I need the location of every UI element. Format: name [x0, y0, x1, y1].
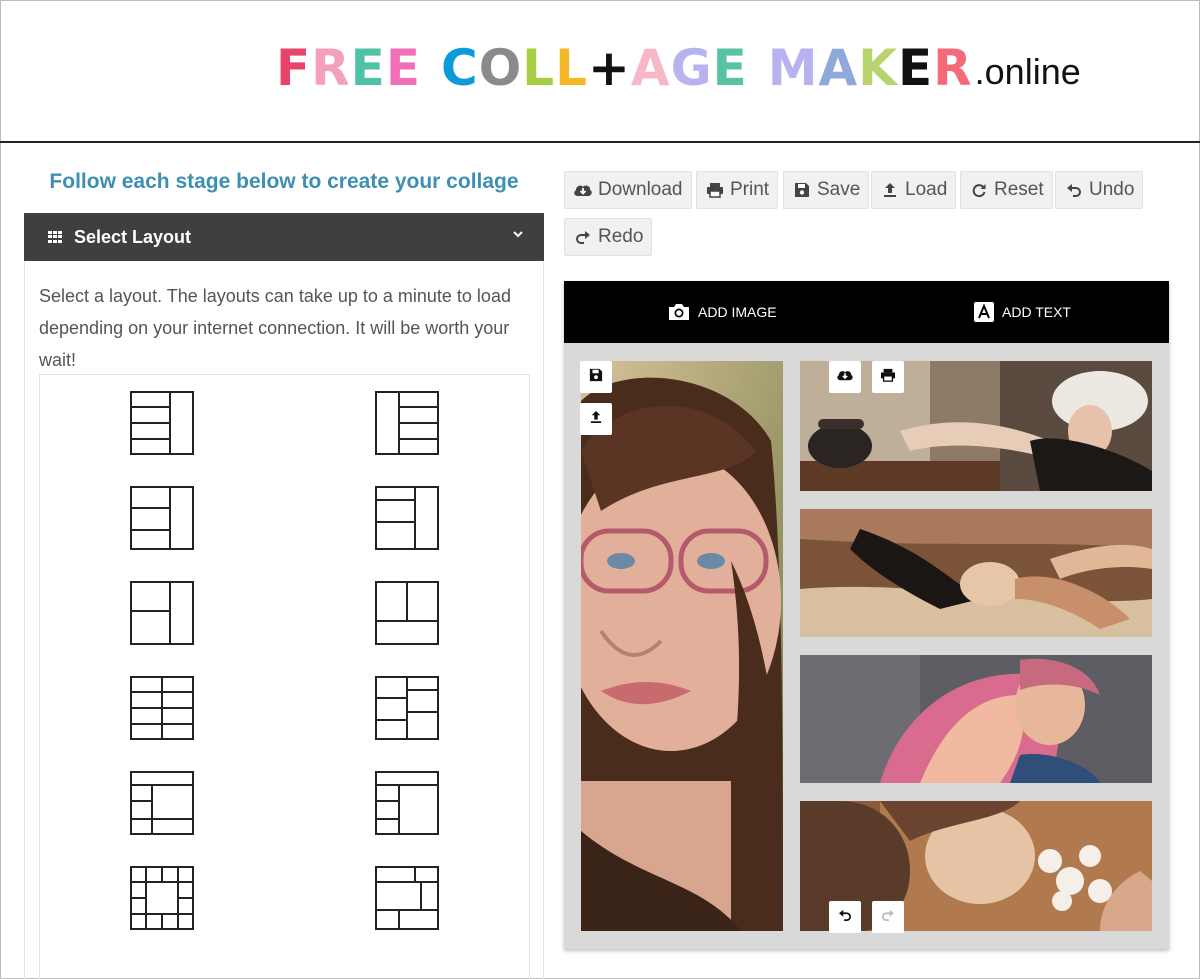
chevron-down-icon[interactable]: [512, 227, 524, 243]
layout-option[interactable]: [375, 581, 439, 645]
stage-title: Follow each stage below to create your c…: [49, 170, 519, 193]
layout-option[interactable]: [130, 771, 194, 835]
floppy-disk-icon: [589, 368, 603, 387]
logo-letter: A: [630, 39, 671, 97]
logo-letter: E: [350, 39, 386, 97]
upload-icon: [880, 180, 900, 200]
logo-letter: G: [670, 39, 713, 97]
download-button[interactable]: Download: [564, 171, 692, 209]
print-icon: [705, 180, 725, 200]
layout-option[interactable]: [375, 486, 439, 550]
logo-letter: M: [767, 39, 819, 97]
logo-letter: +: [587, 39, 631, 97]
redo-button[interactable]: Redo: [564, 218, 653, 256]
reset-button[interactable]: Reset: [960, 171, 1053, 209]
layout-option[interactable]: [130, 581, 194, 645]
print-button[interactable]: Print: [696, 171, 779, 209]
photo-redo-button[interactable]: [872, 901, 904, 933]
logo-letter: L: [522, 39, 556, 97]
site-header: F R E E C O L L + A G E M A K E R .online: [0, 0, 1200, 143]
logo-letter: E: [712, 39, 748, 97]
photo-print-button[interactable]: [872, 361, 904, 393]
undo-icon: [1064, 180, 1084, 200]
cloud-download-icon: [573, 180, 593, 200]
floppy-disk-icon: [792, 180, 812, 200]
upload-icon: [590, 410, 602, 429]
select-layout-title: Select Layout: [74, 226, 192, 247]
add-image-button[interactable]: ADD IMAGE: [668, 281, 777, 343]
logo-letter: E: [385, 39, 421, 97]
logo-letter: F: [276, 39, 312, 97]
refresh-icon: [969, 180, 989, 200]
logo-letter: C: [440, 39, 479, 97]
photo-undo-button[interactable]: [829, 901, 861, 933]
load-button[interactable]: Load: [871, 171, 957, 209]
cloud-download-icon: [836, 368, 854, 387]
undo-icon: [838, 908, 852, 926]
camera-icon: [668, 303, 690, 321]
layout-option[interactable]: [130, 866, 194, 930]
redo-icon: [881, 908, 895, 926]
select-layout-header[interactable]: Select Layout: [24, 213, 544, 261]
logo-letter: O: [478, 39, 523, 97]
photo-woman-glasses[interactable]: [581, 361, 783, 931]
logo-letter: R: [311, 39, 351, 97]
layout-instructions: Select a layout. The layouts can take up…: [39, 286, 511, 370]
logo-letter: R: [933, 39, 973, 97]
photo-woman-pink-hair[interactable]: [800, 655, 1152, 783]
logo-letter: K: [858, 39, 898, 97]
layout-option[interactable]: [130, 676, 194, 740]
undo-button[interactable]: Undo: [1055, 171, 1144, 209]
undo-label: Undo: [1089, 179, 1135, 200]
photo-save-button[interactable]: [580, 361, 612, 393]
download-label: Download: [598, 179, 683, 200]
redo-label: Redo: [598, 226, 644, 247]
photo-woman-lying[interactable]: [800, 509, 1152, 637]
print-label: Print: [730, 179, 770, 200]
layout-option[interactable]: [375, 771, 439, 835]
add-text-label: ADD TEXT: [1002, 304, 1071, 320]
site-logo[interactable]: F R E E C O L L + A G E M A K E R .online: [276, 42, 1081, 94]
save-label: Save: [817, 179, 861, 200]
redo-icon: [573, 227, 593, 247]
print-icon: [880, 368, 896, 387]
load-label: Load: [905, 179, 948, 200]
photo-download-button[interactable]: [829, 361, 861, 393]
layout-option[interactable]: [375, 866, 439, 930]
logo-letter: L: [555, 39, 588, 97]
add-text-button[interactable]: ADD TEXT: [974, 281, 1071, 343]
layout-option[interactable]: [375, 391, 439, 455]
canvas-header: ADD IMAGE ADD TEXT: [564, 281, 1169, 343]
logo-letter: A: [818, 39, 859, 97]
photo-upload-button[interactable]: [580, 403, 612, 435]
layout-option[interactable]: [375, 676, 439, 740]
grid-icon: [48, 231, 62, 243]
layout-grid: [39, 374, 530, 979]
save-button[interactable]: Save: [783, 171, 870, 209]
add-image-label: ADD IMAGE: [698, 304, 777, 320]
logo-suffix: .online: [974, 51, 1081, 92]
layout-option[interactable]: [130, 486, 194, 550]
reset-label: Reset: [994, 179, 1044, 200]
logo-letter: E: [897, 39, 934, 97]
text-a-icon: [974, 302, 994, 322]
layout-option[interactable]: [130, 391, 194, 455]
